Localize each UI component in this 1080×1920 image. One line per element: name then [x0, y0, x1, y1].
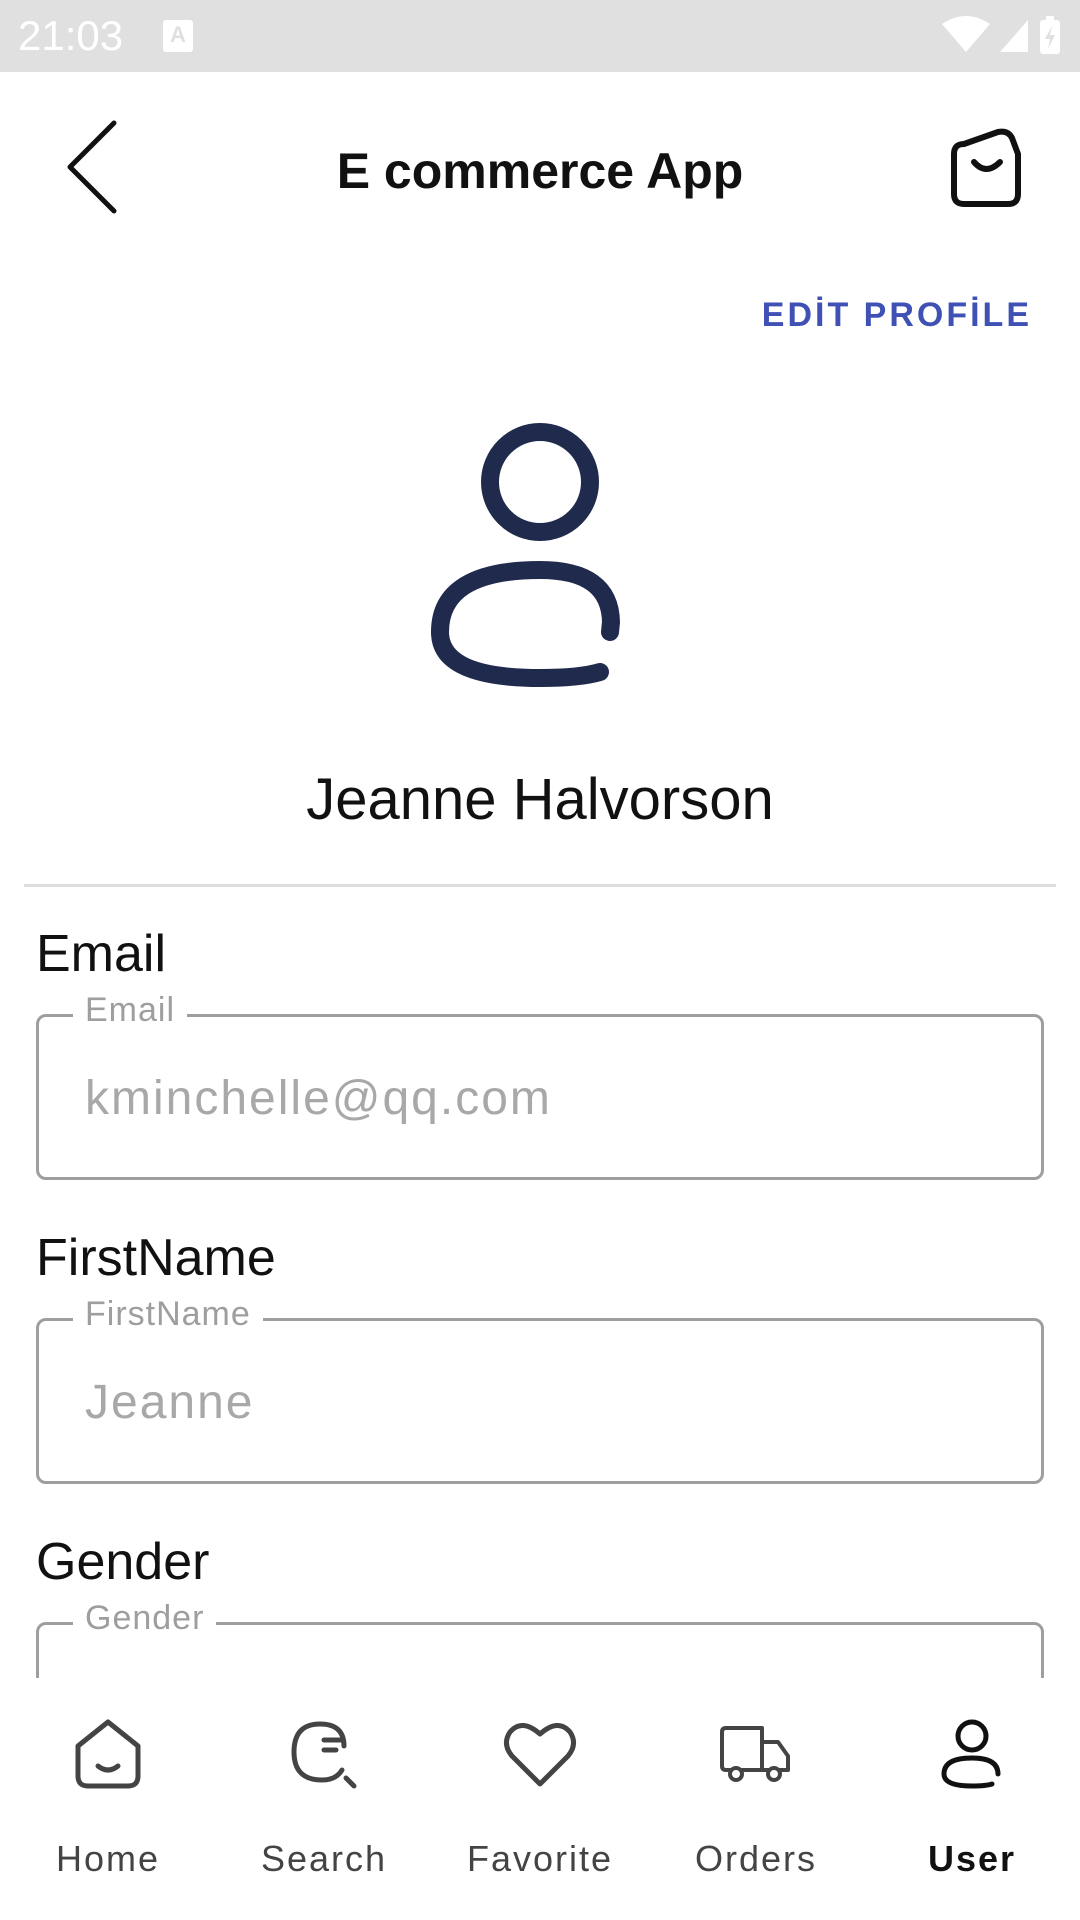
search-icon [291, 1721, 357, 1789]
edit-profile-button[interactable]: EDİT PROFİLE [762, 296, 1032, 335]
nav-item-orders[interactable]: Orders [648, 1678, 864, 1920]
heart-icon [504, 1723, 576, 1787]
truck-icon [720, 1726, 790, 1782]
gender-field[interactable]: Gender [36, 1599, 1044, 1678]
shopping-bag-icon [951, 128, 1021, 207]
first-name-field[interactable]: FirstName Jeanne [36, 1295, 1044, 1484]
nav-item-favorite[interactable]: Favorite [432, 1678, 648, 1920]
profile-form: Email Email kminchelle@qq.com FirstName … [0, 884, 1080, 1678]
first-name-label: FirstName [36, 1229, 276, 1287]
wifi-icon [942, 16, 990, 52]
signal-icon [1000, 20, 1028, 52]
keyboard-indicator-label: A [170, 22, 186, 47]
nav-label-user: User [927, 1838, 1017, 1879]
nav-label-favorite: Favorite [466, 1838, 614, 1879]
page-title: E commerce App [336, 143, 744, 199]
user-icon [430, 423, 621, 688]
nav-label-home: Home [55, 1838, 161, 1879]
gender-label: Gender [36, 1533, 210, 1591]
status-icons [942, 16, 1060, 54]
gender-field-legend: Gender [73, 1599, 217, 1638]
bottom-nav: Home Search Favorite Orders User [0, 1678, 1080, 1920]
nav-item-user[interactable]: User [864, 1678, 1080, 1920]
user-icon [941, 1719, 1001, 1789]
user-name: Jeanne Halvorson [306, 767, 774, 832]
nav-label-search: Search [260, 1838, 388, 1879]
email-field-legend: Email [73, 991, 188, 1030]
email-field-value: kminchelle@qq.com [85, 1072, 552, 1125]
status-time: 21:03 [18, 12, 124, 59]
nav-item-home[interactable]: Home [0, 1678, 216, 1920]
first-name-field-legend: FirstName [73, 1295, 263, 1334]
first-name-field-value: Jeanne [85, 1376, 255, 1429]
battery-charging-icon [1040, 16, 1060, 54]
app-bar: E commerce App [0, 72, 1080, 268]
cart-button[interactable] [944, 128, 1028, 212]
keyboard-indicator-icon: A [163, 20, 193, 52]
email-label: Email [36, 925, 167, 983]
email-field[interactable]: Email kminchelle@qq.com [36, 991, 1044, 1180]
nav-item-search[interactable]: Search [216, 1678, 432, 1920]
home-icon [75, 1719, 141, 1789]
nav-label-orders: Orders [694, 1838, 818, 1879]
status-bar: 21:03 A [0, 0, 1080, 72]
